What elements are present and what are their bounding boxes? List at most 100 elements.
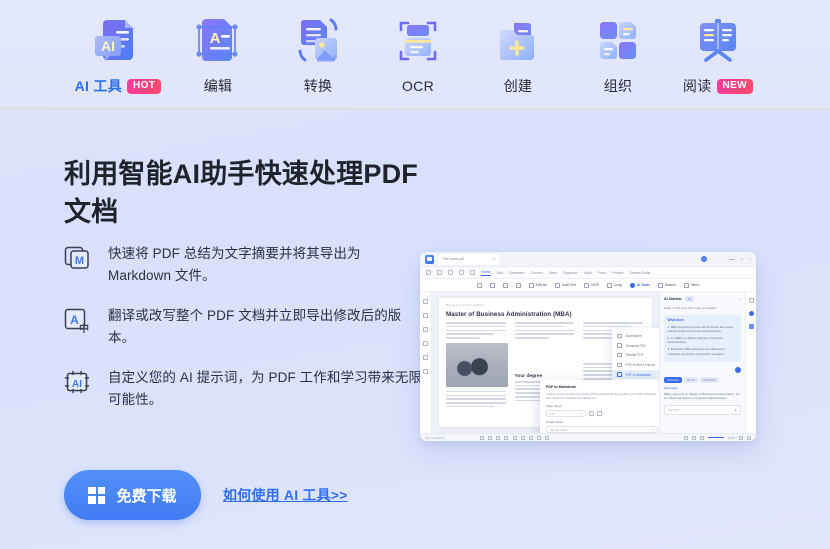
menu-icon[interactable]: ⋮ bbox=[720, 257, 723, 261]
fullscreen-icon[interactable] bbox=[739, 435, 743, 440]
page-next-icon[interactable] bbox=[597, 411, 602, 416]
dropdown-item-pdf-to-word[interactable]: PDF to Word Format bbox=[612, 360, 659, 370]
menu-item-comment[interactable]: Comment bbox=[509, 271, 525, 275]
tool-search[interactable]: Search bbox=[658, 282, 676, 288]
tool-add-text[interactable]: Add Text bbox=[555, 282, 576, 288]
tool-ai-tools[interactable]: AI Tools bbox=[629, 282, 650, 288]
layers-icon[interactable] bbox=[423, 369, 428, 374]
translate-panel-icon[interactable] bbox=[748, 324, 754, 329]
search-icon[interactable] bbox=[423, 327, 428, 332]
tool-highlight[interactable] bbox=[502, 282, 508, 288]
notification-icon[interactable]: ◌ bbox=[713, 257, 715, 261]
fit-page-icon[interactable] bbox=[537, 435, 542, 440]
how-to-use-link[interactable]: 如何使用 AI 工具>> bbox=[223, 485, 348, 505]
prev-page-icon[interactable] bbox=[504, 435, 509, 440]
ai-panel-close-icon[interactable]: × bbox=[739, 297, 741, 301]
tool-edit-all[interactable]: Edit All bbox=[528, 282, 547, 288]
dropdown-item-translate[interactable]: Translate PDF bbox=[612, 341, 659, 351]
select-tool-icon[interactable] bbox=[488, 435, 493, 440]
hand-tool-icon[interactable] bbox=[480, 435, 485, 440]
menu-item-convert[interactable]: Convert bbox=[530, 271, 543, 275]
continuous-icon[interactable] bbox=[691, 435, 696, 440]
redo-icon[interactable] bbox=[470, 270, 475, 275]
menu-item-form[interactable]: Form bbox=[598, 271, 606, 275]
close-window-icon[interactable]: × bbox=[749, 257, 751, 261]
nav-item-create[interactable]: 创建 bbox=[468, 0, 568, 100]
attachments-icon[interactable] bbox=[423, 341, 428, 346]
file-icon[interactable] bbox=[426, 270, 431, 275]
cta-row: 免费下载 如何使用 AI 工具>> bbox=[64, 470, 348, 520]
page-range-value: 1-8 bbox=[550, 411, 555, 416]
menu-item-organize[interactable]: Organize bbox=[563, 271, 578, 275]
settings-icon[interactable] bbox=[747, 435, 751, 440]
ai-assistant-icon[interactable] bbox=[748, 311, 754, 316]
tool-crop[interactable]: Crop bbox=[606, 282, 622, 288]
tool-zoom-in[interactable] bbox=[489, 282, 495, 288]
chevron-down-icon: ▾ bbox=[580, 411, 582, 416]
ai-user-avatar bbox=[735, 366, 741, 373]
dropdown-label: Translate PDF bbox=[625, 343, 646, 348]
send-icon[interactable]: ➤ bbox=[735, 408, 737, 412]
create-icon bbox=[491, 14, 545, 66]
save-icon[interactable] bbox=[437, 270, 442, 275]
menu-item-home[interactable]: Home bbox=[481, 270, 491, 276]
menu-item-protect[interactable]: Protect bbox=[612, 271, 623, 275]
thumbnails-icon[interactable] bbox=[423, 299, 428, 304]
close-icon[interactable]: × bbox=[493, 257, 495, 261]
menu-item-edit[interactable]: Edit bbox=[497, 271, 503, 275]
tool-more[interactable]: More bbox=[684, 282, 699, 288]
bookmarks-icon[interactable] bbox=[423, 313, 428, 318]
comment-icon[interactable] bbox=[748, 298, 754, 303]
menu-item-view[interactable]: View bbox=[549, 271, 557, 275]
first-page-icon[interactable] bbox=[496, 435, 501, 440]
page-number-field[interactable] bbox=[513, 435, 518, 440]
mockup-search-placeholder[interactable]: Search Tools bbox=[629, 271, 650, 275]
ai-chip-words[interactable]: Words bbox=[683, 376, 698, 383]
page-prev-icon[interactable] bbox=[589, 411, 594, 416]
print-icon[interactable] bbox=[448, 270, 453, 275]
page-range-input[interactable]: 1-8 ▾ bbox=[546, 410, 586, 417]
nav-label: OCR bbox=[401, 78, 434, 94]
last-page-icon[interactable] bbox=[529, 435, 534, 440]
dialog-body: Analyze and summarize the whole archive … bbox=[546, 392, 657, 400]
dropdown-item-pdf-to-markdown[interactable]: PDF to Markdown bbox=[612, 369, 659, 380]
ai-tools-icon: AI bbox=[91, 14, 145, 66]
ai-input-field[interactable]: Ask PDF ➤ bbox=[664, 404, 741, 415]
tool-zoom-out[interactable] bbox=[476, 282, 482, 288]
nav-item-organize[interactable]: 组织 bbox=[568, 0, 668, 100]
dropdown-item-rewrite[interactable]: Rewrite PDF bbox=[612, 350, 659, 360]
minimize-icon[interactable] bbox=[729, 258, 735, 260]
menu-item-tools[interactable]: Tools bbox=[583, 271, 591, 275]
stamps-icon[interactable] bbox=[423, 355, 428, 360]
nav-item-ocr[interactable]: OCR bbox=[368, 0, 468, 100]
svg-text:A: A bbox=[70, 313, 79, 327]
nav-item-read[interactable]: 阅读 NEW bbox=[668, 0, 768, 100]
nav-label: 编辑 bbox=[203, 78, 233, 94]
nav-item-convert[interactable]: 转换 bbox=[268, 0, 368, 100]
zoom-out-icon[interactable] bbox=[699, 435, 704, 440]
nav-item-edit[interactable]: A 编辑 bbox=[168, 0, 268, 100]
ai-chip-summary[interactable]: Summary bbox=[664, 376, 682, 383]
avatar[interactable] bbox=[700, 256, 707, 262]
tool-label: OCR bbox=[591, 283, 599, 287]
single-page-icon[interactable] bbox=[683, 435, 688, 440]
free-download-button[interactable]: 免费下载 bbox=[64, 470, 201, 520]
nav-label: 创建 bbox=[503, 78, 533, 94]
zoom-slider[interactable] bbox=[707, 436, 724, 439]
edit-icon: A bbox=[191, 14, 245, 66]
tool-ocr[interactable]: OCR bbox=[584, 282, 599, 288]
next-page-icon[interactable] bbox=[521, 435, 526, 440]
nav-label: AI 工具 bbox=[74, 78, 123, 94]
tool-shape[interactable] bbox=[515, 282, 521, 288]
ai-chip-workbook[interactable]: Workbook bbox=[700, 376, 719, 383]
mockup-document-tab[interactable]: File name.pdf × bbox=[439, 253, 499, 265]
feature-text: 自定义您的 AI 提示词，为 PDF 工作和学习带来无限可能性。 bbox=[108, 370, 423, 407]
fit-width-icon[interactable] bbox=[545, 435, 550, 440]
output-folder-select[interactable]: Specify folder ▾ bbox=[546, 426, 658, 433]
dialog-close-icon[interactable]: × bbox=[658, 384, 659, 388]
maximize-icon[interactable]: ▭ bbox=[740, 257, 743, 261]
zoom-level: 100% bbox=[727, 435, 735, 440]
nav-item-ai-tools[interactable]: AI AI 工具 HOT bbox=[68, 0, 168, 100]
dropdown-item-summarize[interactable]: Summarize bbox=[612, 331, 659, 341]
undo-icon[interactable] bbox=[459, 270, 464, 275]
